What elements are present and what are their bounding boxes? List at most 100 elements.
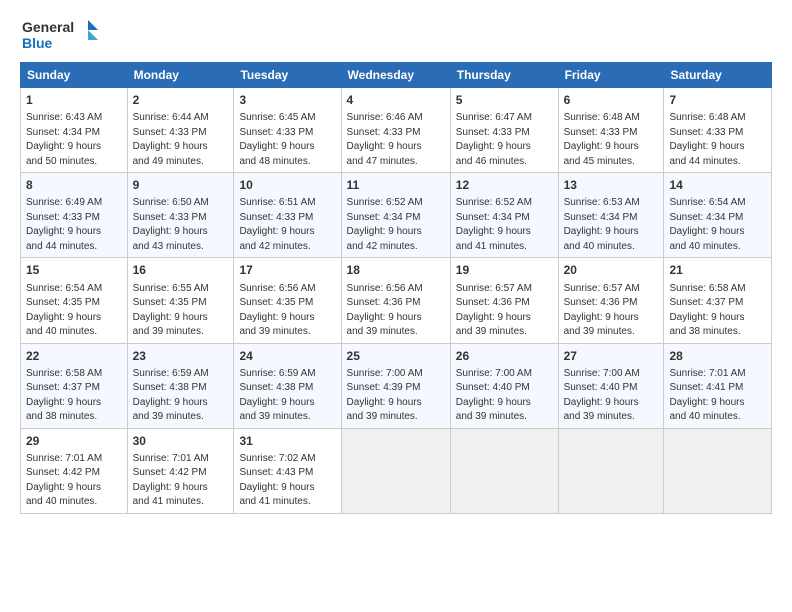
- day-number: 15: [26, 262, 122, 278]
- logo: General Blue: [20, 16, 100, 56]
- col-header-thursday: Thursday: [450, 63, 558, 88]
- calendar-cell: 30 Sunrise: 7:01 AM Sunset: 4:42 PM Dayli…: [127, 428, 234, 513]
- day-number: 14: [669, 177, 766, 193]
- day-info: Sunrise: 6:44 AM Sunset: 4:33 PM Dayligh…: [133, 112, 209, 167]
- calendar-cell: 29Sunrise: 7:01 AM Sunset: 4:42 PM Dayli…: [21, 428, 128, 513]
- logo-icon2: [88, 30, 98, 40]
- day-number: 5: [456, 92, 553, 108]
- day-number: 6: [564, 92, 659, 108]
- calendar-cell: 13Sunrise: 6:53 AM Sunset: 4:34 PM Dayli…: [558, 173, 664, 258]
- logo-icon: [88, 20, 98, 30]
- calendar-week-row: 8 Sunrise: 6:49 AM Sunset: 4:33 PM Daylig…: [21, 173, 772, 258]
- day-info: Sunrise: 6:59 AM Sunset: 4:38 PM Dayligh…: [239, 368, 315, 423]
- calendar-cell: 24 Sunrise: 6:59 AM Sunset: 4:38 PM Dayli…: [234, 343, 341, 428]
- day-info: Sunrise: 6:49 AM Sunset: 4:33 PM Dayligh…: [26, 197, 102, 252]
- page: General Blue SundayMondayTuesdayWednesda…: [0, 0, 792, 612]
- day-number: 26: [456, 348, 553, 364]
- day-number: 20: [564, 262, 659, 278]
- day-info: Sunrise: 6:47 AM Sunset: 4:33 PM Dayligh…: [456, 112, 532, 167]
- header: General Blue: [20, 16, 772, 56]
- day-number: 23: [133, 348, 229, 364]
- calendar-cell: [558, 428, 664, 513]
- day-number: 7: [669, 92, 766, 108]
- day-number: 1: [26, 92, 122, 108]
- calendar-cell: 2Sunrise: 6:44 AM Sunset: 4:33 PM Daylig…: [127, 88, 234, 173]
- calendar-cell: 26 Sunrise: 7:00 AM Sunset: 4:40 PM Dayli…: [450, 343, 558, 428]
- day-number: 3: [239, 92, 335, 108]
- day-info: Sunrise: 6:46 AM Sunset: 4:33 PM Dayligh…: [347, 112, 423, 167]
- calendar-cell: 31 Sunrise: 7:02 AM Sunset: 4:43 PM Dayli…: [234, 428, 341, 513]
- day-number: 25: [347, 348, 445, 364]
- day-info: Sunrise: 7:00 AM Sunset: 4:40 PM Dayligh…: [456, 368, 532, 423]
- day-number: 18: [347, 262, 445, 278]
- day-number: 16: [133, 262, 229, 278]
- day-number: 12: [456, 177, 553, 193]
- day-number: 17: [239, 262, 335, 278]
- day-info: Sunrise: 7:01 AM Sunset: 4:41 PM Dayligh…: [669, 368, 745, 423]
- calendar-cell: 17 Sunrise: 6:56 AM Sunset: 4:35 PM Dayli…: [234, 258, 341, 343]
- calendar-cell: 25 Sunrise: 7:00 AM Sunset: 4:39 PM Dayli…: [341, 343, 450, 428]
- calendar-cell: 6Sunrise: 6:48 AM Sunset: 4:33 PM Daylig…: [558, 88, 664, 173]
- day-number: 21: [669, 262, 766, 278]
- day-number: 13: [564, 177, 659, 193]
- day-info: Sunrise: 6:54 AM Sunset: 4:35 PM Dayligh…: [26, 283, 102, 338]
- day-info: Sunrise: 6:56 AM Sunset: 4:35 PM Dayligh…: [239, 283, 315, 338]
- calendar-cell: 15 Sunrise: 6:54 AM Sunset: 4:35 PM Dayli…: [21, 258, 128, 343]
- calendar-table: SundayMondayTuesdayWednesdayThursdayFrid…: [20, 62, 772, 514]
- calendar-cell: 21 Sunrise: 6:58 AM Sunset: 4:37 PM Dayli…: [664, 258, 772, 343]
- calendar-cell: 12 Sunrise: 6:52 AM Sunset: 4:34 PM Dayli…: [450, 173, 558, 258]
- calendar-cell: 22Sunrise: 6:58 AM Sunset: 4:37 PM Dayli…: [21, 343, 128, 428]
- col-header-wednesday: Wednesday: [341, 63, 450, 88]
- day-info: Sunrise: 6:55 AM Sunset: 4:35 PM Dayligh…: [133, 283, 209, 338]
- calendar-cell: 5 Sunrise: 6:47 AM Sunset: 4:33 PM Daylig…: [450, 88, 558, 173]
- day-info: Sunrise: 7:01 AM Sunset: 4:42 PM Dayligh…: [133, 453, 209, 508]
- col-header-monday: Monday: [127, 63, 234, 88]
- day-info: Sunrise: 6:52 AM Sunset: 4:34 PM Dayligh…: [456, 197, 532, 252]
- calendar-header-row: SundayMondayTuesdayWednesdayThursdayFrid…: [21, 63, 772, 88]
- calendar-cell: 10Sunrise: 6:51 AM Sunset: 4:33 PM Dayli…: [234, 173, 341, 258]
- day-info: Sunrise: 6:57 AM Sunset: 4:36 PM Dayligh…: [456, 283, 532, 338]
- day-info: Sunrise: 7:00 AM Sunset: 4:40 PM Dayligh…: [564, 368, 640, 423]
- day-number: 31: [239, 433, 335, 449]
- day-info: Sunrise: 6:54 AM Sunset: 4:34 PM Dayligh…: [669, 197, 745, 252]
- day-number: 28: [669, 348, 766, 364]
- calendar-cell: 14 Sunrise: 6:54 AM Sunset: 4:34 PM Dayli…: [664, 173, 772, 258]
- day-info: Sunrise: 6:59 AM Sunset: 4:38 PM Dayligh…: [133, 368, 209, 423]
- calendar-cell: 1 Sunrise: 6:43 AM Sunset: 4:34 PM Daylig…: [21, 88, 128, 173]
- calendar-cell: 4 Sunrise: 6:46 AM Sunset: 4:33 PM Daylig…: [341, 88, 450, 173]
- day-info: Sunrise: 6:56 AM Sunset: 4:36 PM Dayligh…: [347, 283, 423, 338]
- col-header-friday: Friday: [558, 63, 664, 88]
- day-number: 9: [133, 177, 229, 193]
- day-number: 8: [26, 177, 122, 193]
- day-info: Sunrise: 7:00 AM Sunset: 4:39 PM Dayligh…: [347, 368, 423, 423]
- col-header-saturday: Saturday: [664, 63, 772, 88]
- col-header-tuesday: Tuesday: [234, 63, 341, 88]
- day-info: Sunrise: 6:58 AM Sunset: 4:37 PM Dayligh…: [669, 283, 745, 338]
- day-number: 29: [26, 433, 122, 449]
- calendar-cell: 23 Sunrise: 6:59 AM Sunset: 4:38 PM Dayli…: [127, 343, 234, 428]
- day-number: 11: [347, 177, 445, 193]
- calendar-cell: 20 Sunrise: 6:57 AM Sunset: 4:36 PM Dayli…: [558, 258, 664, 343]
- calendar-cell: 27Sunrise: 7:00 AM Sunset: 4:40 PM Dayli…: [558, 343, 664, 428]
- calendar-week-row: 22Sunrise: 6:58 AM Sunset: 4:37 PM Dayli…: [21, 343, 772, 428]
- svg-text:Blue: Blue: [22, 35, 53, 51]
- calendar-cell: 11Sunrise: 6:52 AM Sunset: 4:34 PM Dayli…: [341, 173, 450, 258]
- calendar-cell: 16 Sunrise: 6:55 AM Sunset: 4:35 PM Dayli…: [127, 258, 234, 343]
- day-number: 24: [239, 348, 335, 364]
- calendar-cell: [664, 428, 772, 513]
- calendar-cell: 19 Sunrise: 6:57 AM Sunset: 4:36 PM Dayli…: [450, 258, 558, 343]
- svg-text:General: General: [22, 19, 74, 35]
- day-number: 30: [133, 433, 229, 449]
- day-info: Sunrise: 6:50 AM Sunset: 4:33 PM Dayligh…: [133, 197, 209, 252]
- logo-svg: General Blue: [20, 16, 100, 56]
- day-info: Sunrise: 6:57 AM Sunset: 4:36 PM Dayligh…: [564, 283, 640, 338]
- day-number: 19: [456, 262, 553, 278]
- day-info: Sunrise: 6:58 AM Sunset: 4:37 PM Dayligh…: [26, 368, 102, 423]
- day-number: 4: [347, 92, 445, 108]
- calendar-cell: 3Sunrise: 6:45 AM Sunset: 4:33 PM Daylig…: [234, 88, 341, 173]
- day-info: Sunrise: 7:02 AM Sunset: 4:43 PM Dayligh…: [239, 453, 315, 508]
- calendar-cell: 9 Sunrise: 6:50 AM Sunset: 4:33 PM Daylig…: [127, 173, 234, 258]
- calendar-week-row: 29 Sunrise: 7:01 AM Sunset: 4:42 PM Dayli…: [21, 428, 772, 513]
- calendar-cell: 7Sunrise: 6:48 AM Sunset: 4:33 PM Daylig…: [664, 88, 772, 173]
- day-info: Sunrise: 6:43 AM Sunset: 4:34 PM Dayligh…: [26, 112, 102, 167]
